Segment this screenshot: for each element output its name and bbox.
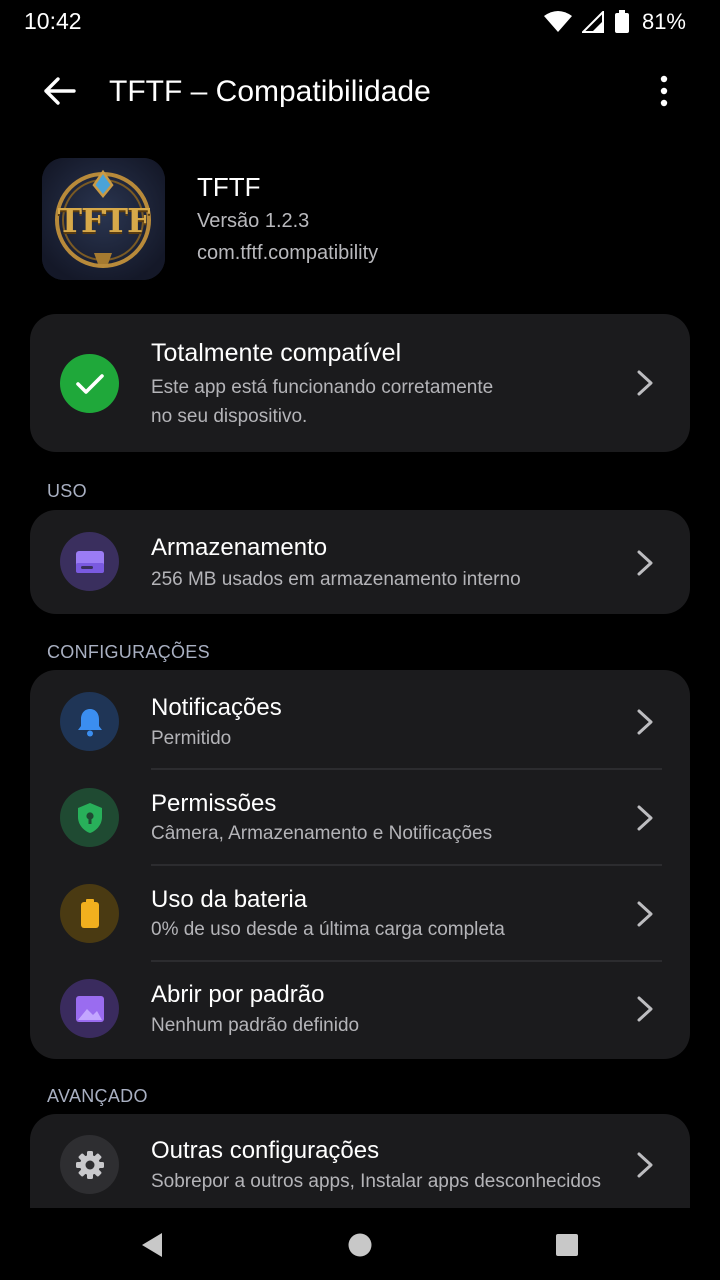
chevron-right-icon bbox=[637, 709, 653, 735]
chevron-right-icon bbox=[637, 550, 653, 576]
chevron-right-icon bbox=[637, 996, 653, 1022]
battery-icon bbox=[614, 10, 630, 34]
nav-home-icon[interactable] bbox=[345, 1230, 375, 1260]
storage-title: Armazenamento bbox=[151, 534, 328, 561]
uso-da-bateria-subtitle: 0% de uso desde a última carga completa bbox=[151, 919, 505, 940]
nav-recents-icon[interactable] bbox=[552, 1230, 582, 1260]
chevron-right-icon bbox=[637, 805, 653, 831]
section-label-uso: USO bbox=[47, 481, 87, 501]
app-package-name: com.tftf.compatibility bbox=[197, 242, 379, 264]
compatibility-description-line1: Este app está funcionando corretamente bbox=[151, 377, 494, 398]
settings-card: Notificações Permitido Permissões Câmera… bbox=[30, 670, 690, 1059]
storage-subtitle: 256 MB usados em armazenamento interno bbox=[151, 569, 521, 590]
nav-back-icon[interactable] bbox=[137, 1230, 167, 1260]
wifi-icon bbox=[543, 11, 572, 33]
abrir-por-padrao-title: Abrir por padrão bbox=[151, 981, 325, 1008]
uso-da-bateria-title: Uso da bateria bbox=[151, 886, 308, 913]
compatibility-description-line2: no seu dispositivo. bbox=[151, 406, 308, 427]
permissoes-subtitle: Câmera, Armazenamento e Notificações bbox=[151, 823, 493, 844]
app-logo-text: TFTF bbox=[57, 201, 151, 240]
outras-configuracoes-subtitle: Sobrepor a outros apps, Instalar apps de… bbox=[151, 1171, 601, 1192]
bell-icon bbox=[60, 692, 119, 751]
more-vert-icon bbox=[660, 75, 668, 112]
top-app-bar: TFTF – Compatibilidade bbox=[0, 56, 720, 130]
shield-icon bbox=[60, 788, 119, 847]
settings-item-outras-configuracoes[interactable]: Outras configurações Sobrepor a outros a… bbox=[30, 1114, 690, 1208]
settings-item-notificacoes[interactable]: Notificações Permitido bbox=[30, 670, 690, 766]
storage-item[interactable]: Armazenamento 256 MB usados em armazenam… bbox=[30, 510, 690, 614]
chevron-right-icon bbox=[637, 1152, 653, 1178]
settings-item-permissoes[interactable]: Permissões Câmera, Armazenamento e Notif… bbox=[30, 770, 690, 864]
navigation-bar bbox=[0, 1208, 720, 1280]
outras-configuracoes-title: Outras configurações bbox=[151, 1137, 380, 1164]
notificacoes-subtitle: Permitido bbox=[151, 728, 232, 749]
chevron-right-icon bbox=[637, 370, 653, 396]
compatibility-card[interactable]: Totalmente compatível Este app está func… bbox=[30, 314, 690, 452]
compatibility-title: Totalmente compatível bbox=[151, 339, 402, 367]
more-options-button[interactable] bbox=[648, 72, 680, 114]
status-icons: 81% bbox=[543, 8, 686, 36]
cell-signal-icon bbox=[581, 11, 604, 33]
gear-icon bbox=[60, 1135, 119, 1194]
notificacoes-title: Notificações bbox=[151, 694, 282, 721]
settings-item-uso-da-bateria[interactable]: Uso da bateria 0% de uso desde a última … bbox=[30, 866, 690, 960]
settings-item-abrir-por-padrao[interactable]: Abrir por padrão Nenhum padrão definido bbox=[30, 962, 690, 1059]
section-label-configuracoes: CONFIGURAÇÕES bbox=[47, 642, 210, 662]
battery-usage-icon bbox=[60, 884, 119, 943]
app-logo: TFTF bbox=[42, 158, 165, 280]
status-time: 10:42 bbox=[24, 8, 82, 34]
status-bar: 10:42 81% bbox=[0, 0, 720, 44]
arrow-back-icon bbox=[42, 76, 76, 111]
chevron-right-icon bbox=[637, 901, 653, 927]
battery-percent: 81% bbox=[641, 9, 686, 34]
abrir-por-padrao-subtitle: Nenhum padrão definido bbox=[151, 1015, 360, 1036]
storage-icon bbox=[60, 532, 119, 591]
image-icon bbox=[60, 979, 119, 1038]
app-name: TFTF bbox=[197, 172, 261, 202]
app-version: Versão 1.2.3 bbox=[197, 210, 310, 232]
permissoes-title: Permissões bbox=[151, 790, 277, 817]
section-label-avancado: AVANÇADO bbox=[47, 1086, 148, 1106]
check-circle-icon bbox=[60, 354, 119, 413]
back-button[interactable] bbox=[34, 72, 84, 114]
page-title: TFTF – Compatibilidade bbox=[109, 75, 431, 108]
